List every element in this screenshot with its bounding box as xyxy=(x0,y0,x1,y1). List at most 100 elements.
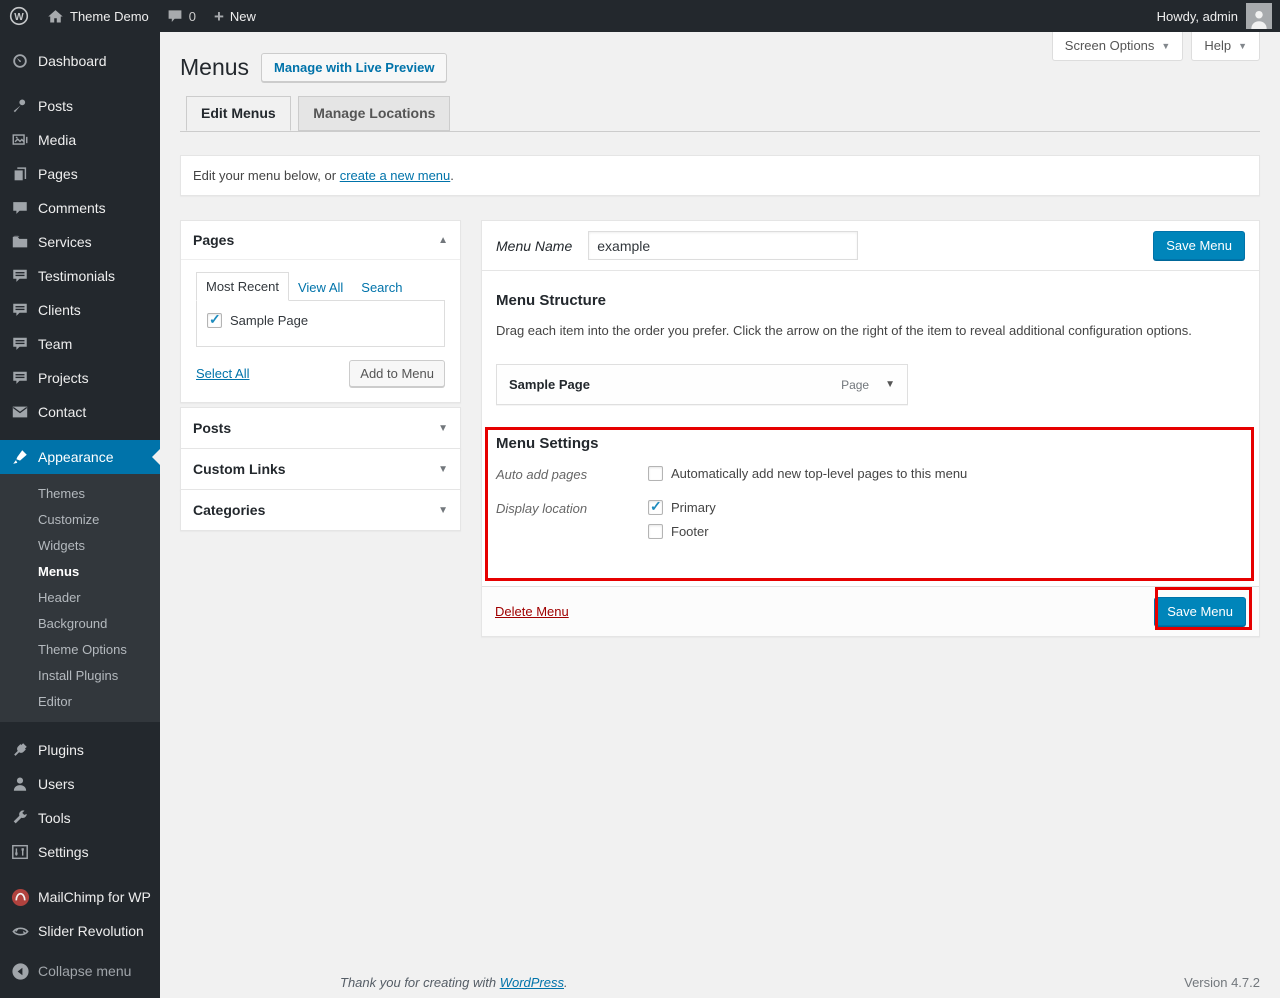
add-to-menu-button[interactable]: Add to Menu xyxy=(349,360,445,387)
location-footer-checkbox[interactable] xyxy=(648,524,663,539)
chevron-up-icon[interactable]: ▲ xyxy=(438,235,448,246)
collapse-menu-label: Collapse menu xyxy=(38,963,131,979)
sidebar-item-posts[interactable]: Posts xyxy=(0,89,160,123)
chevron-down-icon[interactable]: ▼ xyxy=(885,379,895,390)
plug-icon xyxy=(10,740,30,760)
menu-separator xyxy=(0,722,160,733)
select-all-link[interactable]: Select All xyxy=(196,366,249,381)
submenu-item-menus[interactable]: Menus xyxy=(0,559,160,585)
sidebar-item-testimonials[interactable]: Testimonials xyxy=(0,259,160,293)
comment-icon xyxy=(10,198,30,218)
tab-manage-locations[interactable]: Manage Locations xyxy=(298,96,450,131)
display-location-row: Display location Primary Footer xyxy=(496,500,1245,548)
save-menu-button-bottom[interactable]: Save Menu xyxy=(1154,597,1246,626)
footer-thanks-end: . xyxy=(564,975,568,990)
sidebar-item-clients[interactable]: Clients xyxy=(0,293,160,327)
pin-icon xyxy=(10,96,30,116)
submenu-item-widgets[interactable]: Widgets xyxy=(0,533,160,559)
site-name-menu[interactable]: Theme Demo xyxy=(38,0,158,32)
sidebar-item-label: MailChimp for WP xyxy=(38,889,151,905)
submenu-item-themes[interactable]: Themes xyxy=(0,481,160,507)
sidebar-item-pages[interactable]: Pages xyxy=(0,157,160,191)
manage-live-preview-button[interactable]: Manage with Live Preview xyxy=(261,53,447,82)
pages-tab-bar: Most Recent View All Search xyxy=(196,272,445,301)
auto-add-label: Auto add pages xyxy=(496,466,648,482)
sidebar-item-contact[interactable]: Contact xyxy=(0,395,160,429)
tab-most-recent[interactable]: Most Recent xyxy=(196,272,289,301)
sidebar-item-label: Testimonials xyxy=(38,268,115,284)
submenu-item-editor[interactable]: Editor xyxy=(0,689,160,715)
envelope-icon xyxy=(10,402,30,422)
sidebar-item-users[interactable]: Users xyxy=(0,767,160,801)
submenu-item-install-plugins[interactable]: Install Plugins xyxy=(0,663,160,689)
new-menu[interactable]: + New xyxy=(205,0,265,32)
new-label: New xyxy=(230,9,256,24)
sidebar-item-label: Users xyxy=(38,776,75,792)
slider-revolution-icon xyxy=(10,921,30,941)
save-menu-button-top[interactable]: Save Menu xyxy=(1153,231,1245,260)
collapse-menu-button[interactable]: Collapse menu xyxy=(0,954,160,988)
submenu-item-theme-options[interactable]: Theme Options xyxy=(0,637,160,663)
sidebar-item-projects[interactable]: Projects xyxy=(0,361,160,395)
chat-lines-icon xyxy=(10,300,30,320)
accordion-list: Posts ▼ Custom Links ▼ Categories ▼ xyxy=(180,407,461,531)
tab-search[interactable]: Search xyxy=(352,274,411,301)
menu-body: Menu Structure Drag each item into the o… xyxy=(482,271,1259,586)
sidebar-item-dashboard[interactable]: Dashboard xyxy=(0,44,160,78)
sidebar-item-settings[interactable]: Settings xyxy=(0,835,160,869)
menu-name-input[interactable] xyxy=(588,231,858,260)
submenu-item-header[interactable]: Header xyxy=(0,585,160,611)
pages-icon xyxy=(10,164,30,184)
help-button[interactable]: Help ▼ xyxy=(1191,32,1260,61)
appearance-submenu: Themes Customize Widgets Menus Header Ba… xyxy=(0,474,160,722)
sidebar-item-team[interactable]: Team xyxy=(0,327,160,361)
tab-edit-menus[interactable]: Edit Menus xyxy=(186,96,291,131)
sidebar-item-appearance[interactable]: Appearance xyxy=(0,440,160,474)
sidebar-item-label: Appearance xyxy=(38,449,114,465)
screen-options-button[interactable]: Screen Options ▼ xyxy=(1052,32,1184,61)
comments-count: 0 xyxy=(189,9,196,24)
sidebar-item-mailchimp[interactable]: MailChimp for WP xyxy=(0,880,160,914)
admin-footer: Thank you for creating with WordPress. V… xyxy=(340,975,1260,990)
chevron-down-icon: ▼ xyxy=(1161,41,1170,51)
location-primary-label: Primary xyxy=(671,500,716,515)
submenu-item-background[interactable]: Background xyxy=(0,611,160,637)
wordpress-link[interactable]: WordPress xyxy=(500,975,564,990)
pages-panel-header[interactable]: Pages ▲ xyxy=(181,221,460,260)
menu-item-type: Page xyxy=(841,378,869,392)
menu-separator xyxy=(0,869,160,880)
sidebar-item-tools[interactable]: Tools xyxy=(0,801,160,835)
accordion-categories[interactable]: Categories ▼ xyxy=(180,489,461,531)
menu-name-row: Menu Name Save Menu xyxy=(482,221,1259,271)
location-footer-label: Footer xyxy=(671,524,709,539)
auto-add-checkbox[interactable] xyxy=(648,466,663,481)
comments-menu[interactable]: 0 xyxy=(158,0,205,32)
pages-panel: Pages ▲ Most Recent View All Search Samp… xyxy=(180,220,461,403)
svg-text:W: W xyxy=(14,12,24,23)
accordion-posts[interactable]: Posts ▼ xyxy=(180,407,461,449)
user-icon xyxy=(10,774,30,794)
tab-view-all[interactable]: View All xyxy=(289,274,352,301)
submenu-item-customize[interactable]: Customize xyxy=(0,507,160,533)
sidebar-item-media[interactable]: Media xyxy=(0,123,160,157)
delete-menu-link[interactable]: Delete Menu xyxy=(495,604,569,619)
sidebar-item-label: Posts xyxy=(38,98,73,114)
howdy-admin-label[interactable]: Howdy, admin xyxy=(1157,9,1238,24)
sample-page-checkbox[interactable] xyxy=(207,313,222,328)
menu-separator xyxy=(0,32,160,44)
avatar[interactable] xyxy=(1246,3,1272,29)
sidebar-item-comments[interactable]: Comments xyxy=(0,191,160,225)
create-new-menu-link[interactable]: create a new menu xyxy=(340,168,451,183)
menu-settings-section: Menu Settings Auto add pages Automatical… xyxy=(496,435,1245,548)
location-primary-checkbox[interactable] xyxy=(648,500,663,515)
menu-item-sample-page[interactable]: Sample Page Page ▼ xyxy=(496,364,908,405)
accordion-label: Custom Links xyxy=(193,461,286,477)
wordpress-logo-menu[interactable]: W xyxy=(0,0,38,32)
sidebar-item-services[interactable]: Services xyxy=(0,225,160,259)
admin-sidebar: Dashboard Posts Media Pages Comments Ser… xyxy=(0,32,160,998)
screen-options-label: Screen Options xyxy=(1065,38,1155,53)
sidebar-item-plugins[interactable]: Plugins xyxy=(0,733,160,767)
menu-name-label: Menu Name xyxy=(496,238,572,254)
sidebar-item-slider-revolution[interactable]: Slider Revolution xyxy=(0,914,160,948)
accordion-custom-links[interactable]: Custom Links ▼ xyxy=(180,448,461,490)
